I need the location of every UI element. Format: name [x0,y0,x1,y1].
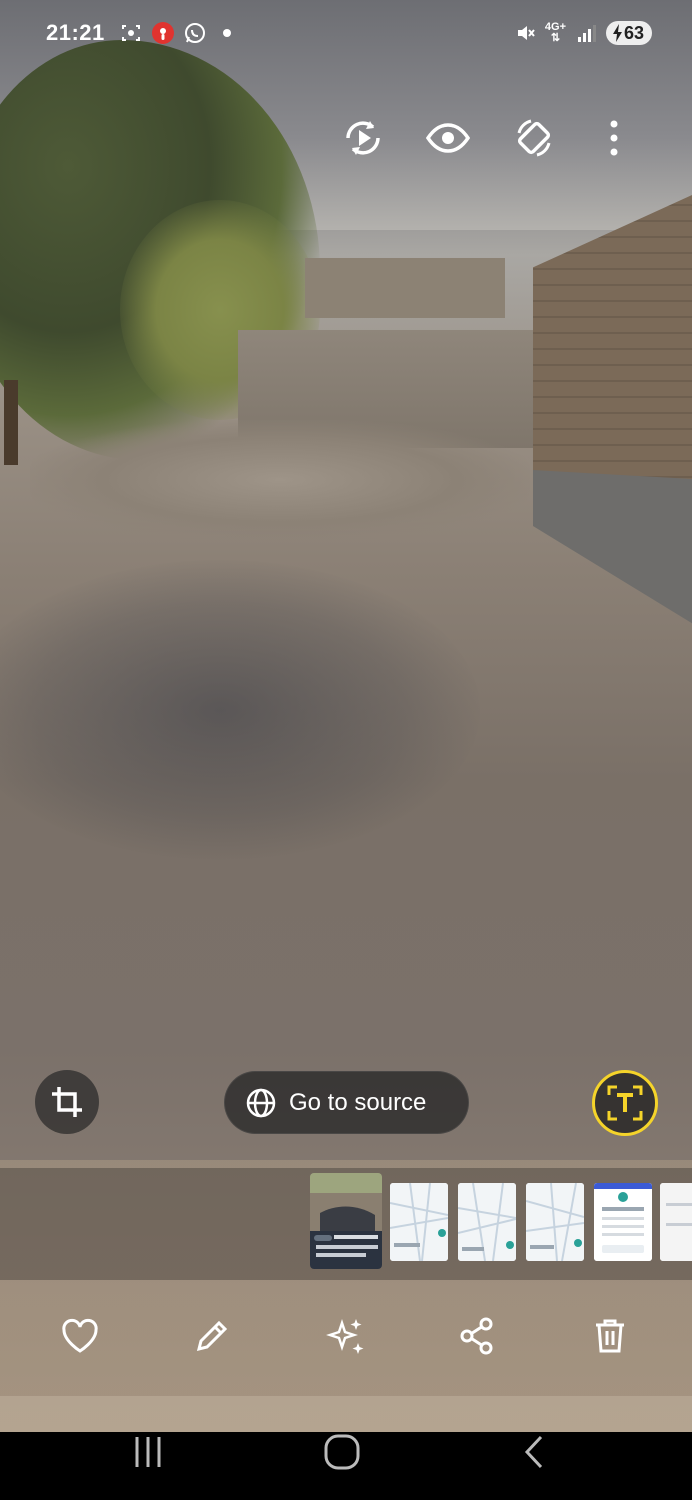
sparkles-icon [326,1319,364,1354]
thumbnail-image [458,1183,516,1261]
recents-button[interactable] [108,1432,188,1472]
share-icon [460,1317,493,1355]
play-rotate-icon [346,121,380,155]
crop-button[interactable] [35,1070,99,1134]
navigation-bar [0,1432,692,1500]
home-button[interactable] [302,1432,382,1472]
status-notification-icons [119,21,231,45]
rotate-icon [517,119,551,157]
notification-dot-icon [222,29,231,37]
nav-separator [0,1396,692,1432]
delete-button[interactable] [586,1312,634,1360]
bottom-toolbar [0,1300,692,1370]
photo-tree-trunk [4,380,18,465]
eye-icon [425,123,471,153]
thumbnail-item[interactable] [390,1183,448,1261]
photo-wall-base [533,470,692,630]
edit-button[interactable] [188,1312,236,1360]
crop-icon [52,1087,82,1117]
network-arrows-icon: ⇅ [550,32,561,44]
status-bar: 21:21 4G+ ⇅ 63 [0,0,692,66]
back-icon [524,1435,543,1469]
more-options-button[interactable] [588,112,640,164]
globe-icon [246,1088,276,1117]
thumbnail-image [310,1173,382,1269]
share-button[interactable] [453,1312,501,1360]
trash-icon [596,1319,624,1353]
thumbnail-image [526,1183,584,1261]
back-button[interactable] [496,1432,576,1472]
status-time: 21:21 [46,20,105,45]
auto-rotate-button[interactable] [508,112,560,164]
effects-button[interactable] [321,1312,369,1360]
thumbnail-item[interactable] [594,1183,652,1261]
whatsapp-icon [183,21,207,45]
thumbnail-item-active[interactable] [310,1173,382,1269]
network-type-label: 4G+ ⇅ [545,22,566,44]
mute-icon [513,21,537,45]
heart-icon [62,1318,98,1353]
pencil-icon [196,1320,228,1352]
thumbnail-item[interactable] [660,1183,692,1261]
view-button[interactable] [422,112,474,164]
thumbnail-image [390,1183,448,1261]
motion-photo-play-button[interactable] [337,112,389,164]
signal-icon [574,21,598,45]
photo-rubble [30,420,530,540]
favorite-button[interactable] [56,1312,104,1360]
status-system-icons: 4G+ ⇅ 63 [513,21,652,45]
go-to-source-label: Go to source [289,1088,427,1116]
thumbnail-item[interactable] [526,1183,584,1261]
photo-ground-shadow [0,560,480,860]
text-recognition-icon [607,1085,643,1121]
screenshot-icon [119,21,143,45]
home-icon [324,1434,360,1470]
text-extract-button[interactable] [592,1070,658,1136]
thumbnail-item[interactable] [458,1183,516,1261]
photo-building [305,258,505,318]
battery-level: 63 [623,22,644,43]
thumbnail-image [660,1183,692,1261]
go-to-source-button[interactable]: Go to source [224,1071,469,1134]
thumbnail-image [594,1183,652,1261]
recents-icon [135,1437,161,1467]
more-vertical-icon [610,120,618,156]
battery-icon: 63 [606,21,652,45]
podcast-icon [151,21,175,45]
